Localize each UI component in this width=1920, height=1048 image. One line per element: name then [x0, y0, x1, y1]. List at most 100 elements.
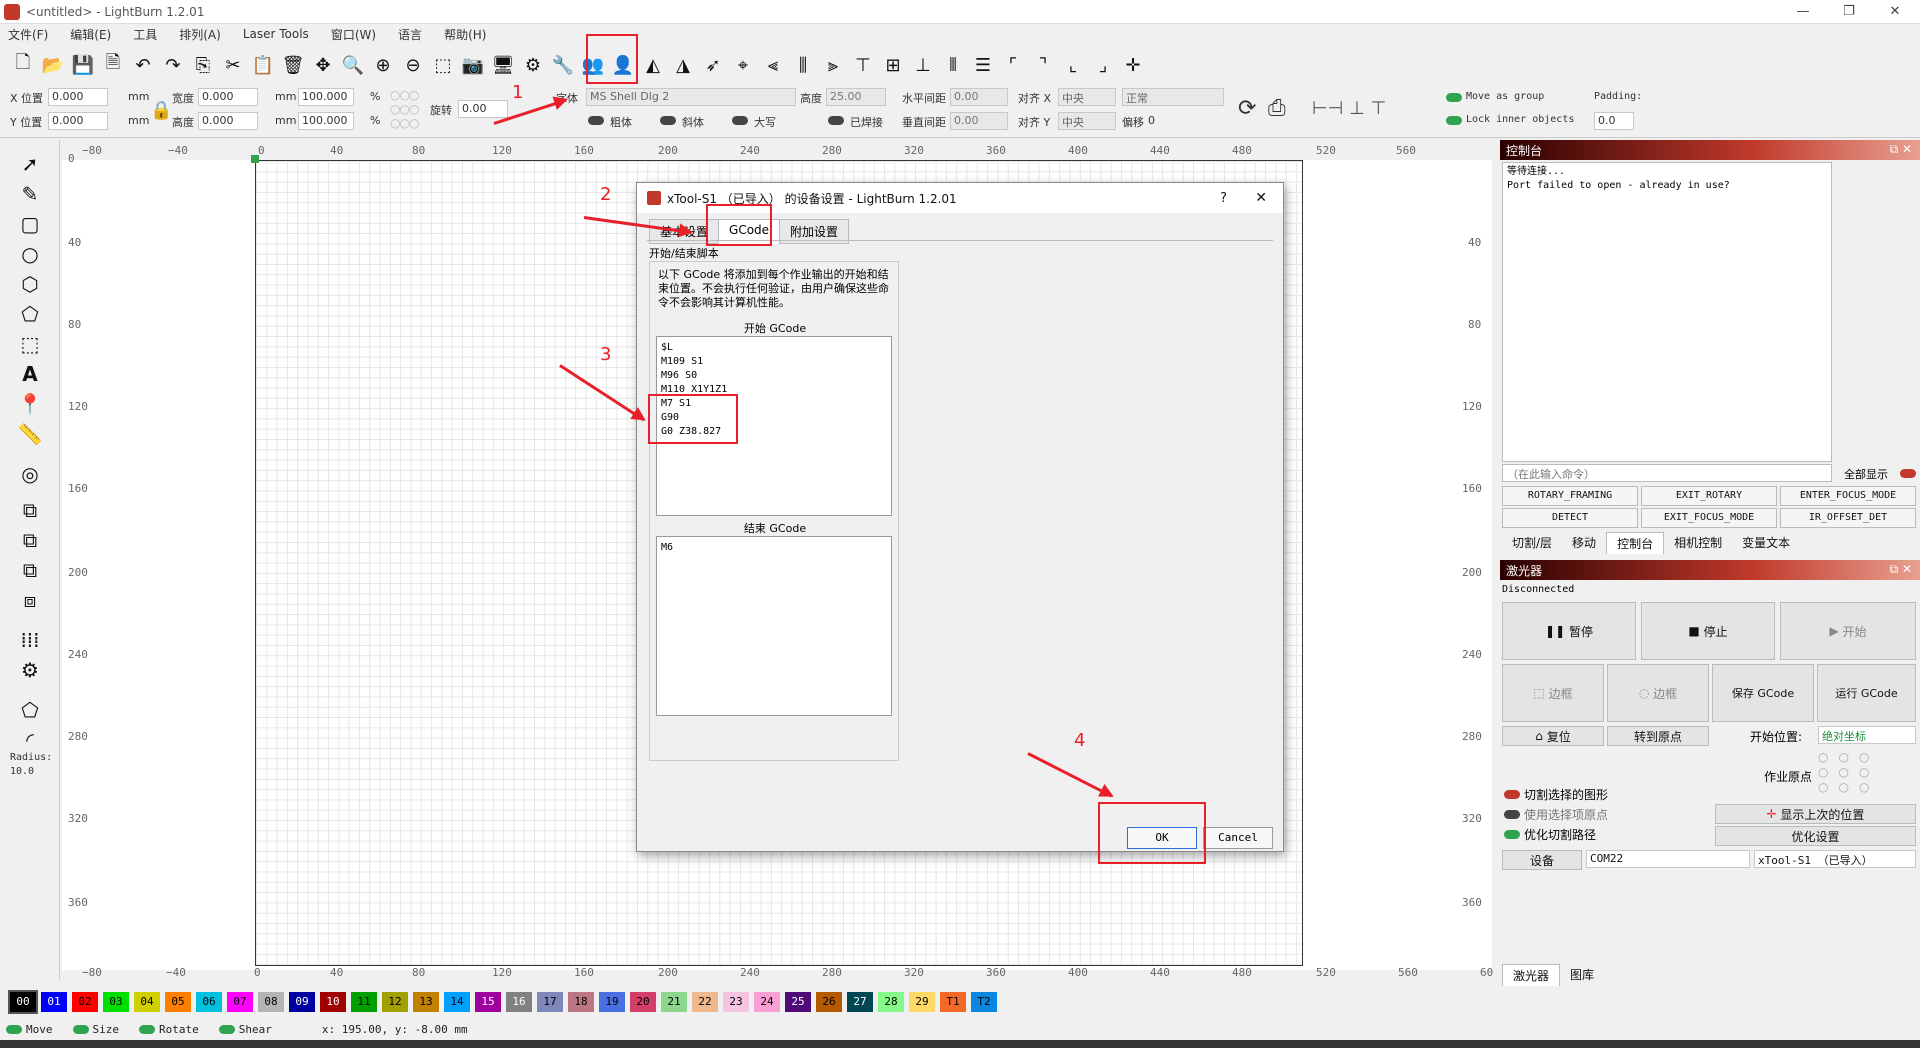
layer-swatch[interactable]: 05	[165, 992, 191, 1012]
union-icon[interactable]: ⧉	[16, 526, 44, 554]
layer-swatch[interactable]: 14	[444, 992, 470, 1012]
polygon-icon[interactable]: ⬡	[16, 270, 44, 298]
start-from-select[interactable]: 绝对坐标	[1818, 726, 1916, 744]
menu-arrange[interactable]: 排列(A)	[179, 26, 221, 43]
layer-swatch[interactable]: 09	[289, 992, 315, 1012]
pan-icon[interactable]: ✥	[310, 52, 336, 78]
width-pct-input[interactable]: 100.000	[298, 88, 354, 106]
move-top-left-icon[interactable]: ⌜	[1000, 52, 1026, 78]
macro-button[interactable]: ROTARY_FRAMING	[1502, 486, 1638, 506]
undo-icon[interactable]: ↶	[130, 52, 156, 78]
layer-swatch[interactable]: 13	[413, 992, 439, 1012]
hspace-input[interactable]: 0.00	[950, 88, 1008, 106]
upper-toggle[interactable]	[732, 116, 748, 125]
y-pos-input[interactable]: 0.000	[48, 112, 108, 130]
cut-icon[interactable]: ✂	[220, 52, 246, 78]
x-pos-input[interactable]: 0.000	[48, 88, 108, 106]
zoom-fit-icon[interactable]: 🔍	[340, 52, 366, 78]
stop-button[interactable]: ■ 停止	[1641, 602, 1775, 660]
lock-inner-toggle[interactable]	[1446, 116, 1462, 125]
height-input[interactable]: 0.000	[198, 112, 258, 130]
macro-button[interactable]: DETECT	[1502, 508, 1638, 528]
rotate-input[interactable]: 0.00	[458, 100, 508, 118]
layer-swatch[interactable]: 26	[816, 992, 842, 1012]
size-toggle[interactable]	[72, 1024, 89, 1034]
distribute-h-icon[interactable]: ⫴	[940, 52, 966, 78]
printer-icon[interactable]: ⎙	[1268, 96, 1286, 121]
macro-button[interactable]: EXIT_ROTARY	[1641, 486, 1777, 506]
menu-file[interactable]: 文件(F)	[8, 26, 48, 43]
run-gcode-button[interactable]: 运行 GCode	[1817, 664, 1916, 722]
tab-laser[interactable]: 激光器	[1502, 964, 1561, 986]
rotate-toggle[interactable]	[139, 1024, 155, 1034]
copy-icon[interactable]: ⎘	[190, 52, 216, 78]
height-pct-input[interactable]: 100.000	[298, 112, 354, 130]
show-last-position-button[interactable]: ✛ 显示上次的位置	[1715, 804, 1916, 824]
show-all-toggle[interactable]	[1900, 469, 1916, 478]
radius-value[interactable]: 10.0	[10, 766, 34, 777]
distribute-v-icon[interactable]: ☰	[970, 52, 996, 78]
layer-swatch[interactable]: T1	[940, 992, 966, 1012]
pause-button[interactable]: ❚❚ 暂停	[1502, 602, 1636, 660]
command-input[interactable]: （在此输入命令）	[1502, 464, 1832, 482]
layer-swatch[interactable]: 04	[134, 992, 160, 1012]
menu-tools[interactable]: 工具	[133, 26, 157, 43]
menu-laser-tools[interactable]: Laser Tools	[243, 27, 309, 41]
new-file-icon[interactable]: 🗋	[10, 52, 36, 78]
help-button[interactable]: ?	[1220, 191, 1227, 206]
grid-array-icon[interactable]: ⁞⁞⁞	[16, 626, 44, 654]
tab-move[interactable]: 移动	[1562, 532, 1606, 554]
move-center-icon[interactable]: ✛	[1120, 52, 1146, 78]
end-gcode-textarea[interactable]: M6	[656, 536, 892, 716]
move-top-right-icon[interactable]: ⌝	[1030, 52, 1056, 78]
rectangle-icon[interactable]: ▢	[16, 210, 44, 238]
start-button[interactable]: ▶ 开始	[1780, 602, 1916, 660]
layer-swatch[interactable]: 23	[723, 992, 749, 1012]
device-settings-icon[interactable]: 🔧	[550, 52, 576, 78]
use-sel-origin-toggle[interactable]	[1504, 810, 1520, 819]
menu-language[interactable]: 语言	[398, 26, 422, 43]
menu-window[interactable]: 窗口(W)	[331, 26, 376, 43]
bold-toggle[interactable]	[588, 116, 604, 125]
pentagon-icon[interactable]: ⬠	[16, 300, 44, 328]
align-x-select[interactable]: 中央	[1058, 88, 1116, 106]
tab-variable-text[interactable]: 变量文本	[1732, 532, 1800, 554]
layer-swatch[interactable]: 24	[754, 992, 780, 1012]
menu-help[interactable]: 帮助(H)	[444, 26, 486, 43]
boolean-icon[interactable]: ⟳	[1238, 96, 1256, 121]
layer-swatch[interactable]: 17	[537, 992, 563, 1012]
maximize-button[interactable]: ❐	[1826, 0, 1872, 24]
mirror-h-icon[interactable]: ◭	[640, 52, 666, 78]
layer-swatch[interactable]: 21	[661, 992, 687, 1012]
align-right-icon[interactable]: ⫸	[820, 52, 846, 78]
layer-swatch[interactable]: 22	[692, 992, 718, 1012]
ellipse-icon[interactable]: ○	[16, 240, 44, 268]
layer-swatch[interactable]: 16	[506, 992, 532, 1012]
close-window-button[interactable]: ✕	[1872, 0, 1918, 24]
menu-edit[interactable]: 编辑(E)	[70, 26, 111, 43]
panel-float-close-icon[interactable]: ⧉ ✕	[1890, 142, 1912, 157]
vspace-input[interactable]: 0.00	[950, 112, 1008, 130]
offset-value[interactable]: 0	[1148, 114, 1155, 127]
move-bottom-left-icon[interactable]: ⌞	[1060, 52, 1086, 78]
optimize-path-toggle[interactable]	[1504, 830, 1520, 839]
text-tool-icon[interactable]: A	[16, 360, 44, 388]
save-gcode-button[interactable]: 保存 GCode	[1712, 664, 1814, 722]
position-pin-icon[interactable]: 📍	[16, 390, 44, 418]
goto-origin-button[interactable]: 转到原点	[1607, 726, 1709, 746]
mirror-v-icon[interactable]: ◮	[670, 52, 696, 78]
align-y-select[interactable]: 中央	[1058, 112, 1116, 130]
zoom-in-icon[interactable]: ⊕	[370, 52, 396, 78]
open-folder-icon[interactable]: 📂	[40, 52, 66, 78]
frame-icon[interactable]: ⬚	[16, 330, 44, 358]
layer-swatch[interactable]: 03	[103, 992, 129, 1012]
save-icon[interactable]: 💾	[70, 52, 96, 78]
layer-swatch[interactable]: T2	[971, 992, 997, 1012]
layer-swatch[interactable]: 08	[258, 992, 284, 1012]
layer-swatch[interactable]: 28	[878, 992, 904, 1012]
origin-grid-icon[interactable]: ○○○ ○○○ ○○○	[390, 88, 419, 130]
measure-ruler-icon[interactable]: 📏	[16, 420, 44, 448]
zoom-selection-icon[interactable]: ⬚	[430, 52, 456, 78]
target-icon[interactable]: ⌖	[730, 52, 756, 78]
circular-array-icon[interactable]: ⚙	[16, 656, 44, 684]
